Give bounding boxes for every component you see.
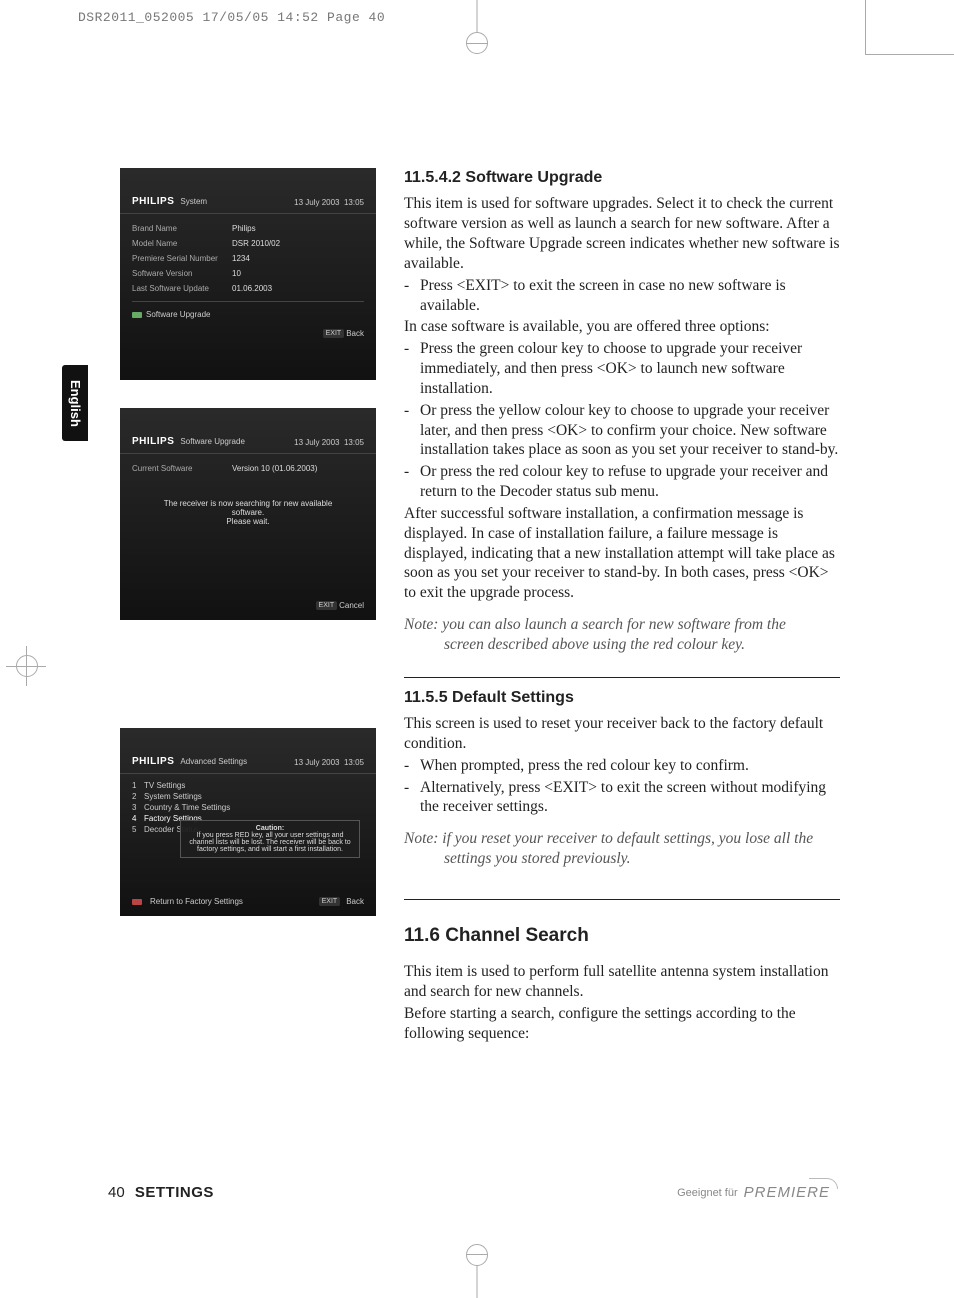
status-message: Please wait. bbox=[154, 517, 342, 526]
menu-index: 2 bbox=[132, 792, 144, 801]
brand-label: PHILIPS bbox=[132, 436, 174, 447]
divider bbox=[404, 899, 840, 900]
crop-mark-icon bbox=[865, 0, 866, 55]
menu-index: 3 bbox=[132, 803, 144, 812]
date-label: 13 July 2003 bbox=[294, 438, 339, 447]
time-label: 13:05 bbox=[344, 438, 364, 447]
body-text: This screen is used to reset your receiv… bbox=[404, 714, 840, 754]
print-header: DSR2011_052005 17/05/05 14:52 Page 40 bbox=[78, 10, 385, 25]
crop-mark-icon bbox=[477, 0, 478, 32]
note-text: Note: you can also launch a search for n… bbox=[404, 615, 840, 655]
body-text: Before starting a search, configure the … bbox=[404, 1004, 840, 1044]
time-label: 13:05 bbox=[344, 198, 364, 207]
body-text: Alternatively, press <EXIT> to exit the … bbox=[420, 778, 840, 818]
screenshot-advanced-settings: PHILIPSAdvanced Settings 13 July 2003 13… bbox=[120, 728, 376, 916]
back-label: Back bbox=[346, 329, 364, 338]
exit-button: EXIT bbox=[316, 601, 338, 610]
field-value: DSR 2010/02 bbox=[232, 239, 280, 248]
caution-tooltip: Caution: If you press RED key, all your … bbox=[180, 820, 360, 858]
suitable-for-label: Geeignet für bbox=[677, 1187, 738, 1199]
crop-mark-icon bbox=[865, 54, 954, 55]
crop-mark-icon bbox=[477, 1266, 478, 1298]
bullet-dash: - bbox=[404, 339, 420, 398]
page-footer-left: 40 SETTINGS bbox=[108, 1184, 214, 1201]
field-value: Philips bbox=[232, 224, 256, 233]
field-value: 1234 bbox=[232, 254, 250, 263]
brand-label: PHILIPS bbox=[132, 196, 174, 207]
bullet-dash: - bbox=[404, 778, 420, 818]
body-text: Or press the red colour key to refuse to… bbox=[420, 462, 840, 502]
exit-button: EXIT bbox=[323, 329, 345, 338]
time-label: 13:05 bbox=[344, 758, 364, 767]
heading-channel-search: 11.6 Channel Search bbox=[404, 924, 840, 948]
body-text: This item is used for software upgrades.… bbox=[404, 194, 840, 273]
crop-mark-icon bbox=[466, 1254, 488, 1255]
breadcrumb: Advanced Settings bbox=[180, 757, 247, 766]
body-text: When prompted, press the red colour key … bbox=[420, 756, 840, 776]
body-text: Press <EXIT> to exit the screen in case … bbox=[420, 276, 840, 316]
tooltip-title: Caution: bbox=[187, 825, 353, 832]
field-label: Model Name bbox=[132, 239, 232, 248]
page-footer-right: Geeignet für PREMIERE bbox=[677, 1184, 838, 1201]
field-label: Software Version bbox=[132, 269, 232, 278]
breadcrumb: Software Upgrade bbox=[180, 437, 244, 446]
breadcrumb: System bbox=[180, 197, 207, 206]
menu-item: TV Settings bbox=[144, 781, 185, 790]
menu-index: 1 bbox=[132, 781, 144, 790]
section-title: SETTINGS bbox=[135, 1184, 214, 1201]
date-label: 13 July 2003 bbox=[294, 198, 339, 207]
brand-label: PHILIPS bbox=[132, 756, 174, 767]
premiere-logo: PREMIERE bbox=[744, 1184, 838, 1201]
green-key-icon bbox=[132, 312, 142, 318]
crop-mark-icon bbox=[466, 43, 488, 44]
page-number: 40 bbox=[108, 1184, 125, 1201]
field-value: 10 bbox=[232, 269, 241, 278]
crop-mark-icon bbox=[466, 1244, 488, 1266]
screenshot-system: PHILIPS System 13 July 2003 13:05 Brand N… bbox=[120, 168, 376, 380]
body-text: Press the green colour key to choose to … bbox=[420, 339, 840, 398]
field-label: Current Software bbox=[132, 464, 232, 473]
software-upgrade-item: Software Upgrade bbox=[146, 310, 210, 319]
field-value: Version 10 (01.06.2003) bbox=[232, 464, 317, 473]
exit-button: EXIT bbox=[319, 897, 341, 906]
back-label: Back bbox=[346, 897, 364, 906]
return-label: Return to Factory Settings bbox=[150, 897, 243, 906]
crop-mark-icon bbox=[6, 666, 46, 667]
body-text: Or press the yellow colour key to choose… bbox=[420, 401, 840, 460]
body-text: This item is used to perform full satell… bbox=[404, 962, 840, 1002]
divider bbox=[404, 677, 840, 678]
cancel-label: Cancel bbox=[339, 601, 364, 610]
bullet-dash: - bbox=[404, 401, 420, 460]
bullet-dash: - bbox=[404, 276, 420, 316]
menu-item: Country & Time Settings bbox=[144, 803, 230, 812]
body-text: In case software is available, you are o… bbox=[404, 317, 840, 337]
date-label: 13 July 2003 bbox=[294, 758, 339, 767]
note-text: Note: if you reset your receiver to defa… bbox=[404, 829, 840, 869]
menu-item: System Settings bbox=[144, 792, 202, 801]
tooltip-body: If you press RED key, all your user sett… bbox=[187, 832, 353, 853]
menu-index: 5 bbox=[132, 825, 144, 834]
red-key-icon bbox=[132, 899, 142, 905]
screenshot-software-upgrade: PHILIPS Software Upgrade 13 July 2003 13:… bbox=[120, 408, 376, 620]
field-label: Brand Name bbox=[132, 224, 232, 233]
field-label: Last Software Update bbox=[132, 284, 232, 293]
language-tab: English bbox=[62, 365, 88, 441]
field-label: Premiere Serial Number bbox=[132, 254, 232, 263]
field-value: 01.06.2003 bbox=[232, 284, 272, 293]
menu-index: 4 bbox=[132, 814, 144, 823]
body-text: After successful software installation, … bbox=[404, 504, 840, 603]
heading-default-settings: 11.5.5 Default Settings bbox=[404, 688, 840, 708]
bullet-dash: - bbox=[404, 756, 420, 776]
bullet-dash: - bbox=[404, 462, 420, 502]
heading-software-upgrade: 11.5.4.2 Software Upgrade bbox=[404, 168, 840, 188]
status-message: The receiver is now searching for new av… bbox=[154, 499, 342, 517]
